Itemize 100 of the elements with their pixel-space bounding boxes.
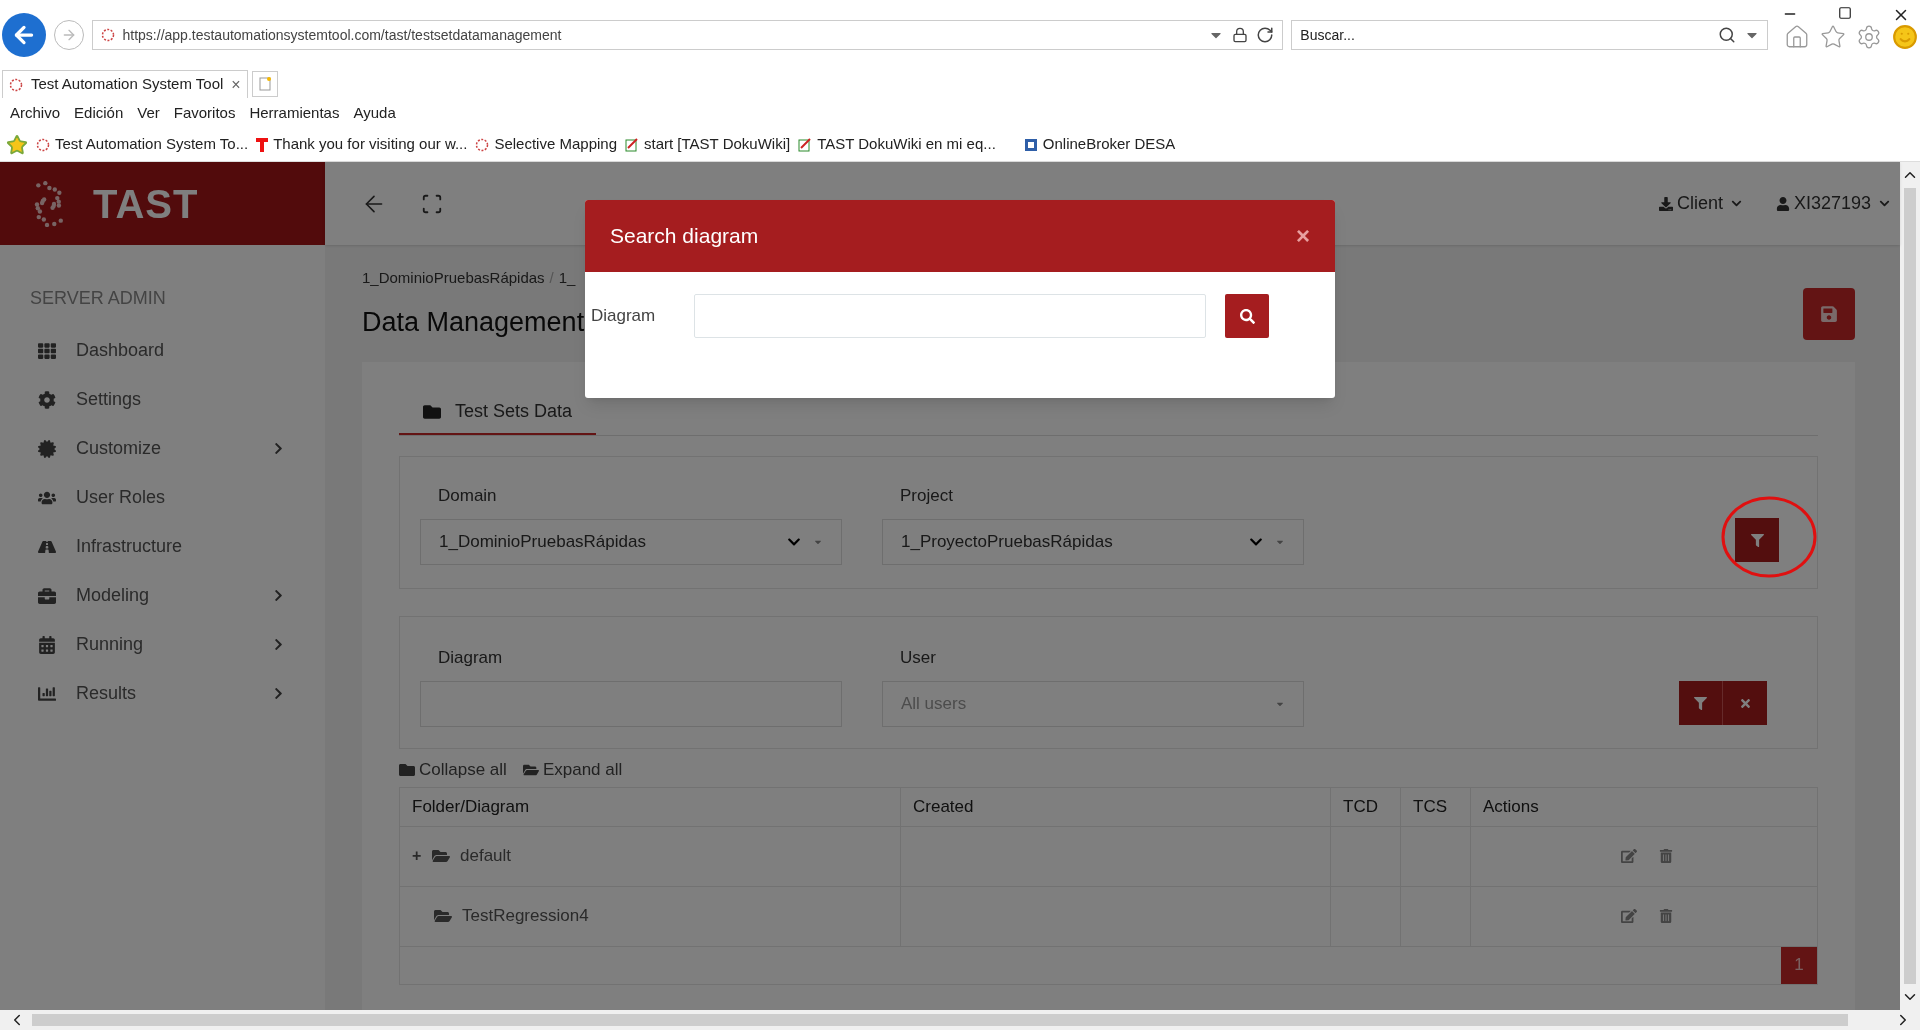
nav-item[interactable]: User Roles <box>0 473 325 522</box>
open-folder-icon <box>432 847 450 865</box>
menu-item[interactable]: Ayuda <box>353 101 396 125</box>
letter-t-icon <box>256 137 269 152</box>
back-button[interactable] <box>2 13 46 57</box>
dotted-globe-icon <box>9 77 23 92</box>
close-tab-button[interactable]: × <box>231 72 241 97</box>
menu-item[interactable]: Ver <box>137 101 160 125</box>
dotted-globe-icon <box>100 28 115 42</box>
close-icon <box>1738 696 1752 710</box>
search-button[interactable] <box>1225 294 1269 338</box>
clear-button[interactable] <box>1723 681 1767 725</box>
edit-icon[interactable] <box>1621 848 1637 864</box>
nav-item[interactable]: Running <box>0 620 325 669</box>
select-field[interactable]: 1_ProyectoPruebasRápidas <box>882 518 1304 565</box>
search-icon[interactable] <box>1718 26 1736 44</box>
breadcrumb-item[interactable]: 1_DominioPruebasRápidas <box>362 267 545 290</box>
folder-icon <box>399 761 415 778</box>
modal-title: Search diagram <box>610 223 760 250</box>
tree-action-link[interactable]: Collapse all <box>399 757 507 783</box>
breadcrumb-separator: / <box>549 268 554 288</box>
grid-icon <box>38 341 56 360</box>
field-label: Project <box>899 485 954 507</box>
user-menu[interactable]: XI327193 <box>1775 190 1890 217</box>
nav-item[interactable]: Dashboard <box>0 326 325 375</box>
chevron-right-icon <box>272 687 285 700</box>
square-icon <box>1023 137 1038 152</box>
nav-item[interactable]: Customize <box>0 424 325 473</box>
new-tab-button[interactable] <box>251 71 278 97</box>
horizontal-scrollbar[interactable] <box>0 1010 1920 1030</box>
chevron-right-icon <box>272 638 285 651</box>
diagram-search-field[interactable] <box>694 294 1206 338</box>
folder-name[interactable]: TestRegression4 <box>462 903 589 929</box>
url-text: https://app.testautomationsystemtool.com/tast/testsetdatamanagement <box>122 25 563 45</box>
save-button[interactable] <box>1803 288 1855 340</box>
folder-icon <box>423 402 441 421</box>
nav-item[interactable]: Settings <box>0 375 325 424</box>
favorite-link[interactable]: TAST DokuWiki en mi eq... <box>817 133 996 156</box>
close-button[interactable]: × <box>1296 218 1310 254</box>
search-icon <box>1239 308 1255 324</box>
page-title: Data Management <box>362 305 585 339</box>
section-title: SERVER ADMIN <box>29 287 167 310</box>
restore-icon[interactable] <box>1838 6 1852 20</box>
calendar-icon <box>38 635 56 654</box>
briefcase-icon <box>38 586 56 605</box>
nav-item[interactable]: Infrastructure <box>0 522 325 571</box>
field-label: Diagram <box>591 305 657 328</box>
star-icon[interactable] <box>1820 24 1846 50</box>
dotted-globe-icon <box>475 137 490 152</box>
browser-tab[interactable]: Test Automation System Tool × <box>2 70 248 98</box>
column-header: Folder/Diagram <box>411 795 531 818</box>
scroll-thumb[interactable] <box>1904 188 1916 984</box>
nav-item[interactable]: Results <box>0 669 325 718</box>
menu-item[interactable]: Herramientas <box>249 101 340 125</box>
delete-icon[interactable] <box>1659 909 1673 923</box>
menu-item[interactable]: Edición <box>74 101 124 125</box>
favorite-link[interactable]: OnlineBroker DESA <box>1042 133 1176 156</box>
save-icon <box>1820 305 1838 323</box>
scroll-thumb[interactable] <box>32 1014 1848 1026</box>
chevron-down-icon <box>1879 198 1890 209</box>
refresh-icon[interactable] <box>1256 26 1275 44</box>
address-bar[interactable]: https://app.testautomationsystemtool.com/tast/testsetdatamanagement <box>91 20 1284 50</box>
filter-icon <box>1694 696 1707 710</box>
chevron-down-icon <box>1730 198 1742 209</box>
edit-page-icon <box>625 137 639 152</box>
field-label: Domain <box>437 485 498 507</box>
favorite-link[interactable]: Selective Mapping <box>494 133 617 156</box>
bar-chart-icon <box>38 684 56 703</box>
lock-icon <box>1232 27 1249 43</box>
menu-item[interactable]: Favoritos <box>173 101 236 125</box>
chevron-right-icon <box>272 442 285 455</box>
column-header: TCD <box>1330 787 1400 826</box>
logo-text: TAST <box>93 180 199 228</box>
favorite-link[interactable]: Thank you for visiting our w... <box>273 133 468 156</box>
fullscreen-icon[interactable] <box>421 192 443 215</box>
favorite-link[interactable]: start [TAST DokuWiki] <box>644 133 791 156</box>
vertical-scrollbar[interactable] <box>1900 162 1920 1010</box>
filter-button[interactable] <box>1679 681 1723 725</box>
breadcrumb-item[interactable]: 1_ <box>558 267 576 290</box>
select-field[interactable]: 1_DominioPruebasRápidas <box>420 518 842 565</box>
column-header: Created <box>900 787 1330 826</box>
tab-title: Test Automation System Tool <box>31 74 224 95</box>
field-label: User <box>899 647 937 669</box>
menu-item[interactable]: Archivo <box>10 101 61 125</box>
column-header: TCS <box>1400 787 1470 826</box>
nav-item[interactable]: Modeling <box>0 571 325 620</box>
page-button[interactable]: 1 <box>1781 946 1817 984</box>
expand-toggle[interactable]: + <box>412 844 422 868</box>
badge-icon <box>38 439 56 458</box>
delete-icon[interactable] <box>1659 849 1673 863</box>
chevron-right-icon <box>272 589 285 602</box>
client-menu[interactable]: Client <box>1658 190 1742 217</box>
favorites-star-icon[interactable] <box>6 133 28 156</box>
field-label: Diagram <box>437 647 504 669</box>
folder-name[interactable]: default <box>460 843 512 869</box>
search-field[interactable]: Buscar... <box>1291 20 1768 50</box>
filter-button[interactable] <box>1735 518 1779 562</box>
tree-action-link[interactable]: Expand all <box>522 757 623 783</box>
edit-icon[interactable] <box>1621 908 1637 924</box>
favorite-link[interactable]: Test Automation System To... <box>55 133 249 156</box>
